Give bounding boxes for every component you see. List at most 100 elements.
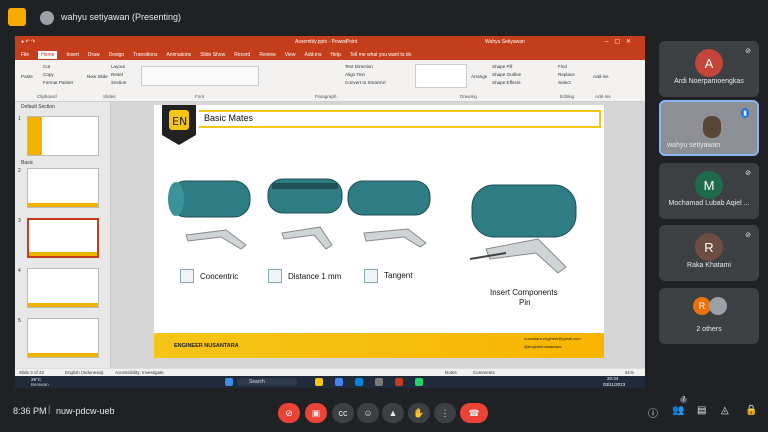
meeting-code[interactable]: nuw-pdcw-ueb bbox=[56, 406, 115, 416]
info-icon[interactable]: ⓘ bbox=[648, 405, 658, 420]
tab-add-ins[interactable]: Add-ins bbox=[304, 52, 321, 58]
tab-home[interactable]: Home bbox=[38, 50, 58, 59]
emoji-button[interactable]: ☺ bbox=[357, 403, 379, 423]
activities-icon[interactable]: ◬ bbox=[721, 405, 729, 416]
svg-text:EN: EN bbox=[172, 115, 187, 128]
people-icon[interactable]: 👥 bbox=[672, 405, 684, 416]
participant-tile-others[interactable]: R 2 others bbox=[659, 288, 759, 344]
mic-off-button[interactable]: ⊘ bbox=[278, 403, 300, 423]
current-slide[interactable]: EN Basic Mates Concentric Distance 1 mm … bbox=[154, 105, 604, 358]
shapes-gallery[interactable] bbox=[415, 64, 467, 88]
tab-slide-show[interactable]: Slide Show bbox=[200, 52, 225, 58]
slide-thumbnail-2[interactable] bbox=[27, 168, 99, 208]
camera-off-button[interactable]: ▣ bbox=[305, 403, 327, 423]
tab-record[interactable]: Record bbox=[234, 52, 250, 58]
taskbar-search[interactable]: Search bbox=[237, 378, 297, 386]
host-controls-icon[interactable]: 🔒 bbox=[745, 405, 757, 416]
tell-me-box[interactable]: Tell me what you want to do bbox=[350, 52, 412, 58]
tab-transitions[interactable]: Transitions bbox=[133, 52, 157, 58]
speaking-icon: ▮ bbox=[741, 108, 749, 118]
zoom-level[interactable]: 61% bbox=[625, 370, 634, 375]
heading-frame bbox=[199, 110, 601, 128]
powerpoint-icon[interactable] bbox=[395, 378, 403, 386]
engineer-nusantara-logo-icon: EN bbox=[162, 105, 196, 145]
copy-button[interactable]: Copy bbox=[43, 72, 54, 77]
section-button[interactable]: Section bbox=[111, 80, 126, 85]
leave-call-button[interactable]: ☎ bbox=[460, 403, 488, 423]
text-direction-button[interactable]: Text Direction bbox=[345, 64, 373, 69]
slide-thumbnail-3[interactable] bbox=[27, 218, 99, 258]
participant-name: 2 others bbox=[696, 326, 722, 333]
reset-button[interactable]: Reset bbox=[111, 72, 123, 77]
brand-name: ENGINEER NUSANTARA bbox=[174, 343, 239, 349]
section-default[interactable]: Default Section bbox=[21, 104, 55, 110]
font-controls[interactable] bbox=[141, 66, 259, 86]
select-button[interactable]: Select bbox=[558, 80, 571, 85]
accessibility-status[interactable]: Accessibility: Investigate bbox=[115, 370, 164, 375]
mic-off-icon: ⊘ bbox=[745, 48, 751, 55]
slide-footer-band: ENGINEER NUSANTARA nusantara.engineer@gm… bbox=[154, 333, 604, 358]
shared-screen-powerpoint: ● ↶ ↷ Assembly.pptx - PowerPoint ⌕ Wahyu… bbox=[15, 36, 645, 388]
tangent-assembly-image bbox=[347, 180, 431, 248]
autosave-icon[interactable]: ● ↶ ↷ bbox=[21, 39, 35, 45]
present-button[interactable]: ▲ bbox=[382, 403, 404, 423]
paste-button[interactable]: Paste bbox=[21, 74, 33, 79]
pin-label: Pin bbox=[519, 298, 531, 307]
slide-thumbnail-1[interactable] bbox=[27, 116, 99, 156]
language-status[interactable]: English (Indonesia) bbox=[65, 370, 104, 375]
ppt-status-bar: Slide 3 of 22 English (Indonesia) Access… bbox=[15, 368, 645, 376]
replace-button[interactable]: Replace bbox=[558, 72, 575, 77]
more-options-button[interactable]: ⋮ bbox=[434, 403, 456, 423]
layout-button[interactable]: Layout bbox=[111, 64, 125, 69]
slide-thumbnail-4[interactable] bbox=[27, 268, 99, 308]
shape-outline-button[interactable]: Shape Outline bbox=[492, 72, 521, 77]
tab-design[interactable]: Design bbox=[109, 52, 125, 58]
tab-file[interactable]: File bbox=[21, 52, 29, 58]
cut-button[interactable]: Cut bbox=[43, 64, 50, 69]
arrange-button[interactable]: Arrange bbox=[471, 74, 487, 79]
search-icon[interactable]: ⌕ bbox=[345, 39, 348, 45]
distance-label: Distance 1 mm bbox=[288, 272, 342, 281]
new-slide-button[interactable]: New Slide bbox=[87, 74, 108, 79]
chat-icon[interactable]: ▤ bbox=[697, 405, 706, 416]
window-controls-icon[interactable]: –▢✕ bbox=[605, 38, 637, 45]
concentric-label: Concentric bbox=[200, 272, 239, 281]
windows-start-icon[interactable] bbox=[225, 378, 233, 386]
separator: | bbox=[48, 404, 51, 414]
tab-view[interactable]: View bbox=[285, 52, 296, 58]
presentation-icon[interactable] bbox=[8, 8, 26, 26]
tab-animations[interactable]: Animations bbox=[166, 52, 191, 58]
participant-tile[interactable]: ⊘ M Mochamad Lubab Aqiel ... bbox=[659, 163, 759, 219]
file-explorer-icon[interactable] bbox=[315, 378, 323, 386]
presenter-avatar bbox=[40, 11, 54, 25]
tab-draw[interactable]: Draw bbox=[88, 52, 100, 58]
tab-help[interactable]: Help bbox=[330, 52, 340, 58]
chrome-icon[interactable] bbox=[335, 378, 343, 386]
format-painter-button[interactable]: Format Painter bbox=[43, 80, 73, 85]
comments-button[interactable]: Comments bbox=[473, 370, 495, 375]
add-ins-button[interactable]: Add-ins bbox=[593, 74, 609, 79]
slide-thumbnail-5[interactable] bbox=[27, 318, 99, 358]
notes-button[interactable]: Notes bbox=[445, 370, 457, 375]
align-text-button[interactable]: Align Text bbox=[345, 72, 365, 77]
slide-editor-area: EN Basic Mates Concentric Distance 1 mm … bbox=[111, 102, 645, 368]
convert-smartart-button[interactable]: Convert to SmartArt bbox=[345, 80, 386, 85]
slide-counter: Slide 3 of 22 bbox=[19, 370, 45, 375]
find-button[interactable]: Find bbox=[558, 64, 567, 69]
tangent-label: Tangent bbox=[384, 271, 413, 280]
tab-review[interactable]: Review bbox=[259, 52, 275, 58]
slide-number: 2 bbox=[18, 168, 21, 174]
participant-tile[interactable]: ⊘ A Ardi Noerpamoengkas bbox=[659, 41, 759, 97]
captions-button[interactable]: cc bbox=[332, 403, 354, 423]
shape-effects-button[interactable]: Shape Effects bbox=[492, 80, 521, 85]
participant-tile[interactable]: ⊘ R Raka Khatami bbox=[659, 225, 759, 281]
shape-fill-button[interactable]: Shape Fill bbox=[492, 64, 512, 69]
whatsapp-icon[interactable] bbox=[415, 378, 423, 386]
raise-hand-button[interactable]: ✋ bbox=[408, 403, 430, 423]
clipboard-group-label: Clipboard bbox=[37, 94, 57, 99]
section-basic[interactable]: Basic bbox=[21, 160, 33, 166]
store-icon[interactable] bbox=[375, 378, 383, 386]
participant-tile-self[interactable]: ▮ wahyu setiyawan bbox=[659, 100, 759, 156]
tab-insert[interactable]: Insert bbox=[66, 52, 79, 58]
edge-icon[interactable] bbox=[355, 378, 363, 386]
